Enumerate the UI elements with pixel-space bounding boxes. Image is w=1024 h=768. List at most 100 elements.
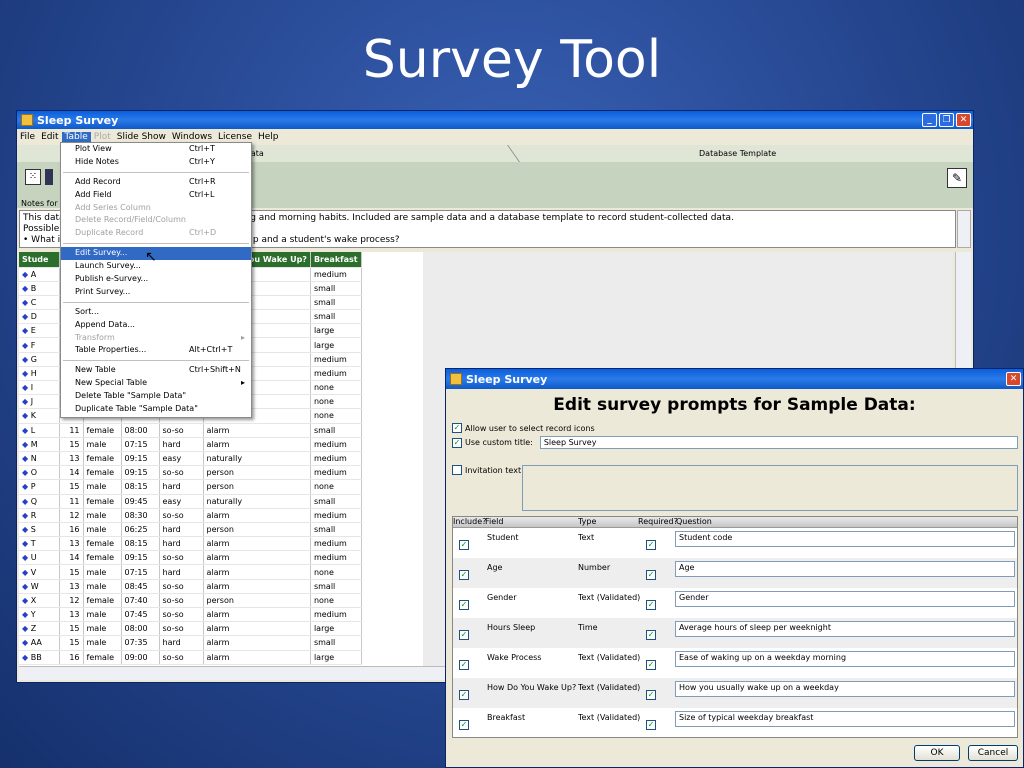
table-cell[interactable]: alarm [203, 508, 311, 523]
table-cell[interactable]: hard [159, 536, 204, 552]
menu-file[interactable]: File [17, 132, 38, 142]
custom-title-input[interactable]: Sleep Survey [539, 436, 1018, 449]
table-cell[interactable]: female [83, 536, 122, 552]
edit-notes-icon[interactable]: ✎ [947, 168, 967, 188]
table-cell[interactable]: small [310, 494, 362, 509]
table-cell[interactable]: male [83, 564, 122, 580]
table-cell[interactable]: ◆ R [19, 508, 60, 523]
table-cell[interactable]: alarm [203, 579, 311, 594]
question-input[interactable]: Gender [675, 591, 1015, 607]
table-cell[interactable]: ◆ I [19, 380, 60, 396]
table-cell[interactable]: ◆ V [19, 564, 60, 580]
toolbar-icon[interactable] [45, 169, 53, 185]
table-cell[interactable]: none [310, 479, 362, 495]
table-cell[interactable]: so-so [159, 621, 204, 637]
table-cell[interactable]: small [310, 309, 362, 325]
table-cell[interactable]: 15 [59, 564, 84, 580]
table-view-icon[interactable]: ⁙ [25, 169, 41, 185]
table-cell[interactable]: large [310, 337, 362, 353]
table-cell[interactable]: medium [310, 550, 362, 566]
table-row[interactable]: ◆ P 15 male 08:15 hard person none [19, 479, 362, 495]
table-cell[interactable]: alarm [203, 564, 311, 580]
table-cell[interactable]: hard [159, 522, 204, 538]
table-cell[interactable]: so-so [159, 423, 204, 438]
table-cell[interactable]: 08:45 [121, 579, 160, 594]
table-cell[interactable]: alarm [203, 550, 311, 566]
table-cell[interactable]: ◆ B [19, 281, 60, 296]
table-cell[interactable]: none [310, 593, 362, 609]
cancel-button[interactable]: Cancel [968, 745, 1018, 761]
table-cell[interactable]: female [83, 494, 122, 509]
table-cell[interactable]: male [83, 437, 122, 452]
table-cell[interactable]: 13 [59, 579, 84, 594]
table-row[interactable]: ◆ V 15 male 07:15 hard alarm none [19, 564, 362, 580]
table-cell[interactable]: ◆ C [19, 295, 60, 311]
table-cell[interactable]: ◆ J [19, 394, 60, 410]
table-cell[interactable]: female [83, 650, 122, 665]
table-cell[interactable]: alarm [203, 607, 311, 623]
table-cell[interactable]: female [83, 550, 122, 566]
table-cell[interactable]: ◆ K [19, 408, 60, 424]
minimize-button[interactable]: _ [922, 113, 937, 127]
table-cell[interactable]: 13 [59, 536, 84, 552]
required-checkbox[interactable]: ✓ [646, 630, 656, 640]
menu-item[interactable]: Delete Table "Sample Data" [61, 390, 251, 403]
include-checkbox[interactable]: ✓ [459, 570, 469, 580]
table-cell[interactable]: medium [310, 437, 362, 452]
table-row[interactable]: ◆ Y 13 male 07:45 so-so alarm medium [19, 607, 362, 623]
table-cell[interactable]: alarm [203, 423, 311, 438]
required-checkbox[interactable]: ✓ [646, 660, 656, 670]
table-cell[interactable]: so-so [159, 508, 204, 523]
table-cell[interactable]: male [83, 579, 122, 594]
menu-plot[interactable]: Plot [91, 132, 114, 142]
table-cell[interactable]: medium [310, 607, 362, 623]
table-cell[interactable]: ◆ M [19, 437, 60, 452]
table-cell[interactable]: medium [310, 508, 362, 523]
menu-item[interactable]: Delete Record/Field/Column [61, 214, 251, 227]
table-cell[interactable]: ◆ G [19, 352, 60, 367]
table-cell[interactable]: so-so [159, 650, 204, 665]
table-cell[interactable]: male [83, 635, 122, 651]
table-cell[interactable]: so-so [159, 607, 204, 623]
table-cell[interactable]: female [83, 465, 122, 481]
table-cell[interactable]: 09:15 [121, 451, 160, 467]
invitation-checkbox[interactable] [452, 465, 462, 475]
menu-license[interactable]: License [215, 132, 255, 142]
table-row[interactable]: ◆ S 16 male 06:25 hard person small [19, 522, 362, 538]
include-checkbox[interactable]: ✓ [459, 660, 469, 670]
table-cell[interactable]: large [310, 323, 362, 339]
table-cell[interactable]: 13 [59, 451, 84, 467]
allow-icons-checkbox[interactable]: ✓ [452, 423, 462, 433]
table-row[interactable]: ◆ O 14 female 09:15 so-so person medium [19, 465, 362, 481]
table-cell[interactable]: small [310, 522, 362, 538]
table-cell[interactable]: 09:15 [121, 465, 160, 481]
table-cell[interactable]: hard [159, 564, 204, 580]
table-cell[interactable]: female [83, 593, 122, 609]
question-input[interactable]: How you usually wake up on a weekday [675, 681, 1015, 697]
table-cell[interactable]: person [203, 465, 311, 481]
table-cell[interactable]: none [310, 408, 362, 424]
question-input[interactable]: Age [675, 561, 1015, 577]
table-cell[interactable]: small [310, 635, 362, 651]
table-row[interactable]: ◆ L 11 female 08:00 so-so alarm small [19, 423, 362, 438]
column-header[interactable]: Stude [19, 252, 60, 268]
table-row[interactable]: ◆ N 13 female 09:15 easy naturally medium [19, 451, 362, 467]
table-cell[interactable]: none [310, 394, 362, 410]
table-cell[interactable]: 16 [59, 650, 84, 665]
menu-item[interactable]: Duplicate Table "Sample Data" [61, 403, 251, 416]
table-cell[interactable]: 08:15 [121, 536, 160, 552]
table-cell[interactable]: so-so [159, 550, 204, 566]
table-cell[interactable]: naturally [203, 494, 311, 509]
table-cell[interactable]: ◆ BB [19, 650, 60, 665]
table-cell[interactable]: 07:15 [121, 437, 160, 452]
table-cell[interactable]: easy [159, 494, 204, 509]
table-cell[interactable]: small [310, 295, 362, 311]
table-cell[interactable]: 15 [59, 479, 84, 495]
table-cell[interactable]: ◆ N [19, 451, 60, 467]
menu-help[interactable]: Help [255, 132, 282, 142]
table-cell[interactable]: so-so [159, 593, 204, 609]
menu-item[interactable]: Table Properties... Alt+Ctrl+T [61, 344, 251, 357]
table-cell[interactable]: hard [159, 479, 204, 495]
required-checkbox[interactable]: ✓ [646, 540, 656, 550]
table-cell[interactable]: 07:15 [121, 564, 160, 580]
